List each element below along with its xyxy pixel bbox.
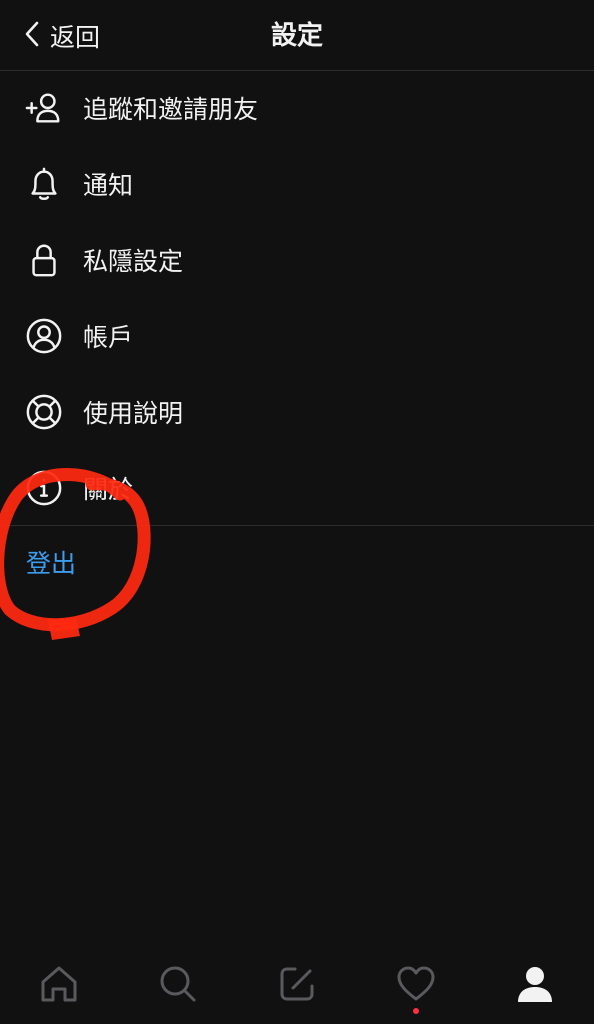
home-icon xyxy=(37,962,81,1010)
menu-item-label: 使用說明 xyxy=(83,399,184,428)
heart-icon xyxy=(394,962,438,1010)
tab-new-post[interactable] xyxy=(267,956,327,1016)
new-post-icon xyxy=(275,962,319,1010)
section-divider xyxy=(0,525,594,526)
notification-dot xyxy=(412,1008,419,1014)
bottom-tab-bar xyxy=(0,948,594,1024)
account-circle-icon xyxy=(24,316,64,356)
search-icon xyxy=(156,962,200,1010)
lifebuoy-icon xyxy=(24,392,64,432)
menu-item-label: 關於 xyxy=(83,475,134,504)
tab-search[interactable] xyxy=(148,956,208,1016)
add-person-icon xyxy=(24,88,64,128)
menu-item-label: 帳戶 xyxy=(83,323,134,352)
menu-item-privacy[interactable]: 私隱設定 xyxy=(0,222,594,298)
lock-icon xyxy=(24,240,64,280)
page-title: 設定 xyxy=(270,21,323,51)
menu-item-label: 追蹤和邀請朋友 xyxy=(83,95,259,124)
menu-item-account[interactable]: 帳戶 xyxy=(0,298,594,374)
menu-item-label: 通知 xyxy=(83,171,134,200)
menu-item-follow-invite[interactable]: 追蹤和邀請朋友 xyxy=(0,70,594,146)
settings-menu: 追蹤和邀請朋友 通知 私隱設定 帳戶 使用說明 關於 xyxy=(0,70,594,526)
menu-item-label: 私隱設定 xyxy=(83,247,184,276)
menu-item-about[interactable]: 關於 xyxy=(0,450,594,526)
tab-profile[interactable] xyxy=(505,956,565,1016)
bell-icon xyxy=(24,164,64,204)
menu-item-notifications[interactable]: 通知 xyxy=(0,146,594,222)
tab-activity[interactable] xyxy=(386,956,446,1016)
profile-icon xyxy=(513,962,557,1010)
info-icon xyxy=(24,468,64,508)
top-bar: 返回 設定 xyxy=(0,0,594,71)
menu-item-help[interactable]: 使用說明 xyxy=(0,374,594,450)
logout-button[interactable]: 登出 xyxy=(26,544,76,580)
tab-home[interactable] xyxy=(29,956,89,1016)
